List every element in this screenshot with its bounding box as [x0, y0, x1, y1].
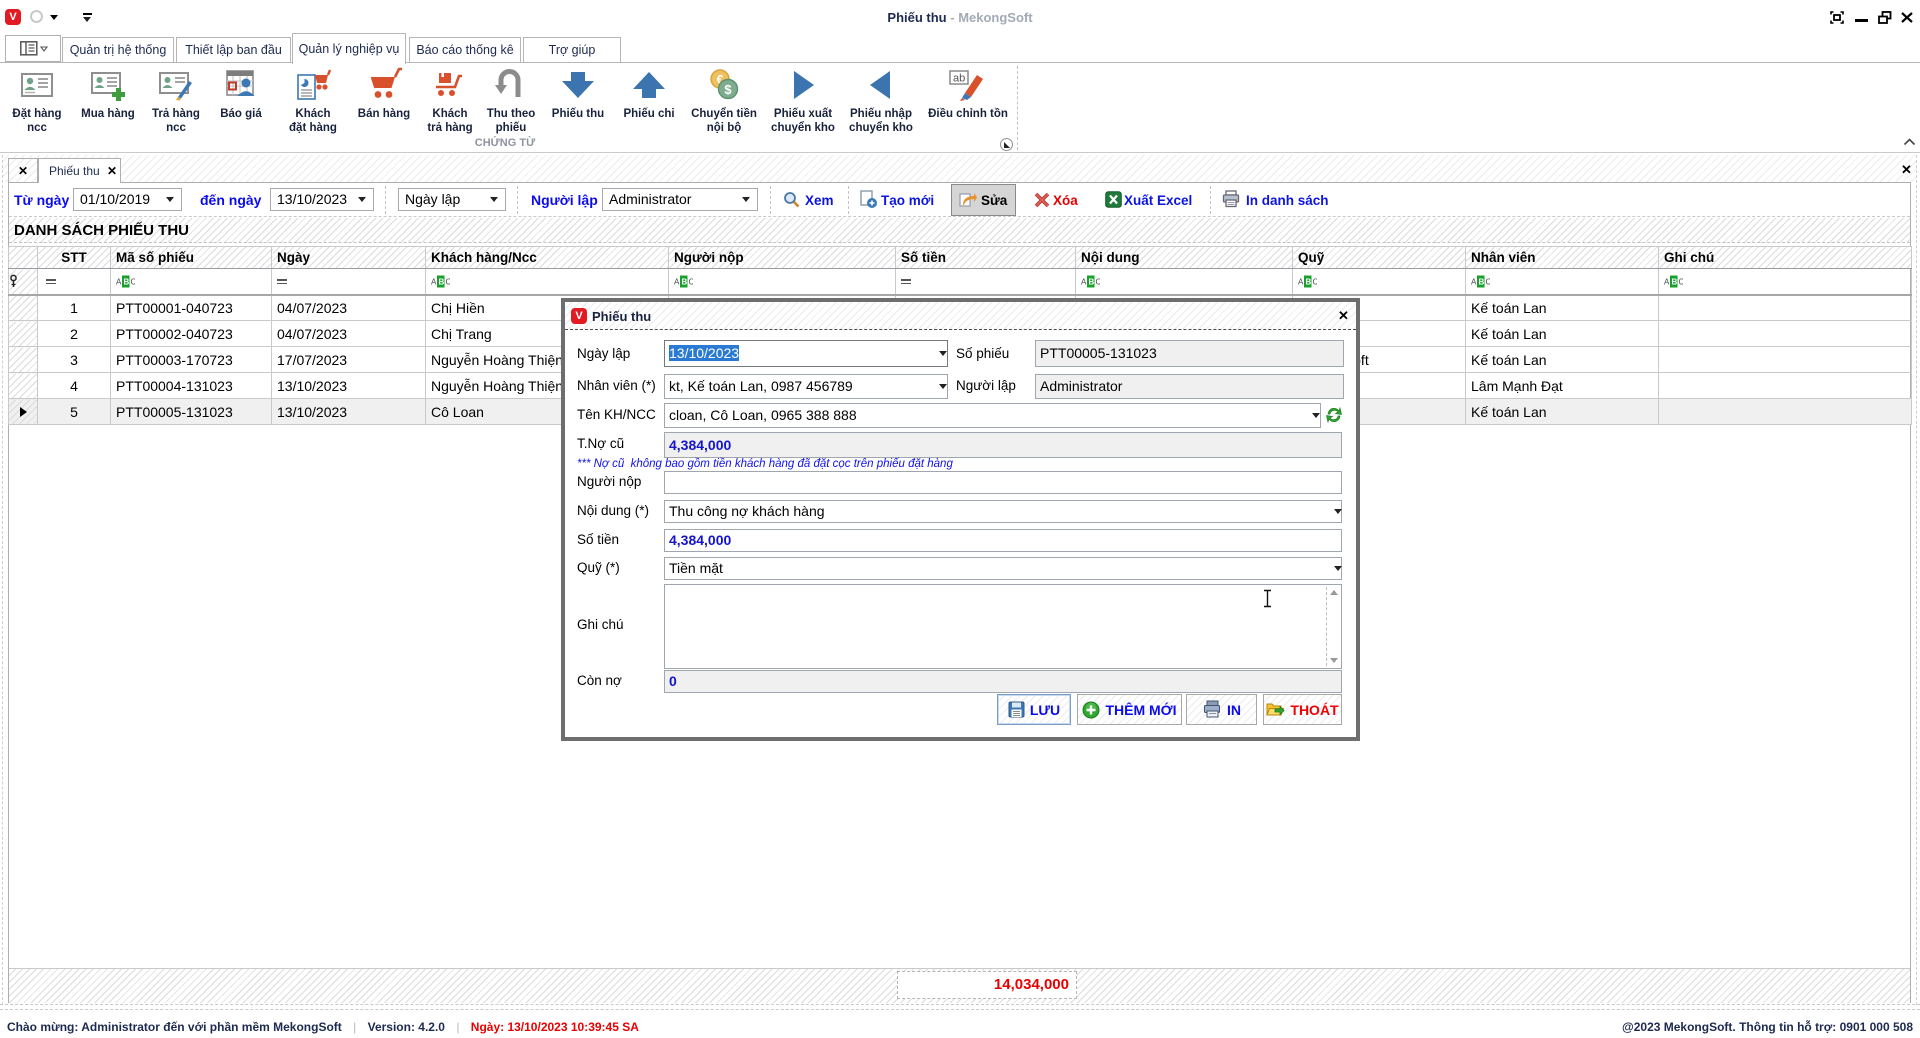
svg-text:B: B	[1306, 277, 1312, 286]
svg-text:C: C	[446, 277, 451, 286]
svg-text:C: C	[1096, 277, 1101, 286]
svg-text:A: A	[1471, 277, 1477, 286]
svg-text:B: B	[124, 277, 130, 286]
svg-text:C: C	[1313, 277, 1318, 286]
svg-text:A: A	[1081, 277, 1087, 286]
svg-text:B: B	[1672, 277, 1678, 286]
svg-text:C: C	[1679, 277, 1684, 286]
svg-text:ab: ab	[953, 73, 965, 85]
svg-text:C: C	[131, 277, 136, 286]
svg-text:B: B	[1089, 277, 1095, 286]
svg-text:A: A	[1298, 277, 1304, 286]
svg-text:A: A	[431, 277, 437, 286]
svg-text:C: C	[1486, 277, 1491, 286]
svg-text:B: B	[439, 277, 445, 286]
svg-text:A: A	[674, 277, 680, 286]
svg-text:C: C	[689, 277, 694, 286]
svg-text:A: A	[116, 277, 122, 286]
svg-text:B: B	[1479, 277, 1485, 286]
svg-text:A: A	[1664, 277, 1670, 286]
svg-text:B: B	[682, 277, 688, 286]
svg-text:$: $	[724, 82, 732, 97]
